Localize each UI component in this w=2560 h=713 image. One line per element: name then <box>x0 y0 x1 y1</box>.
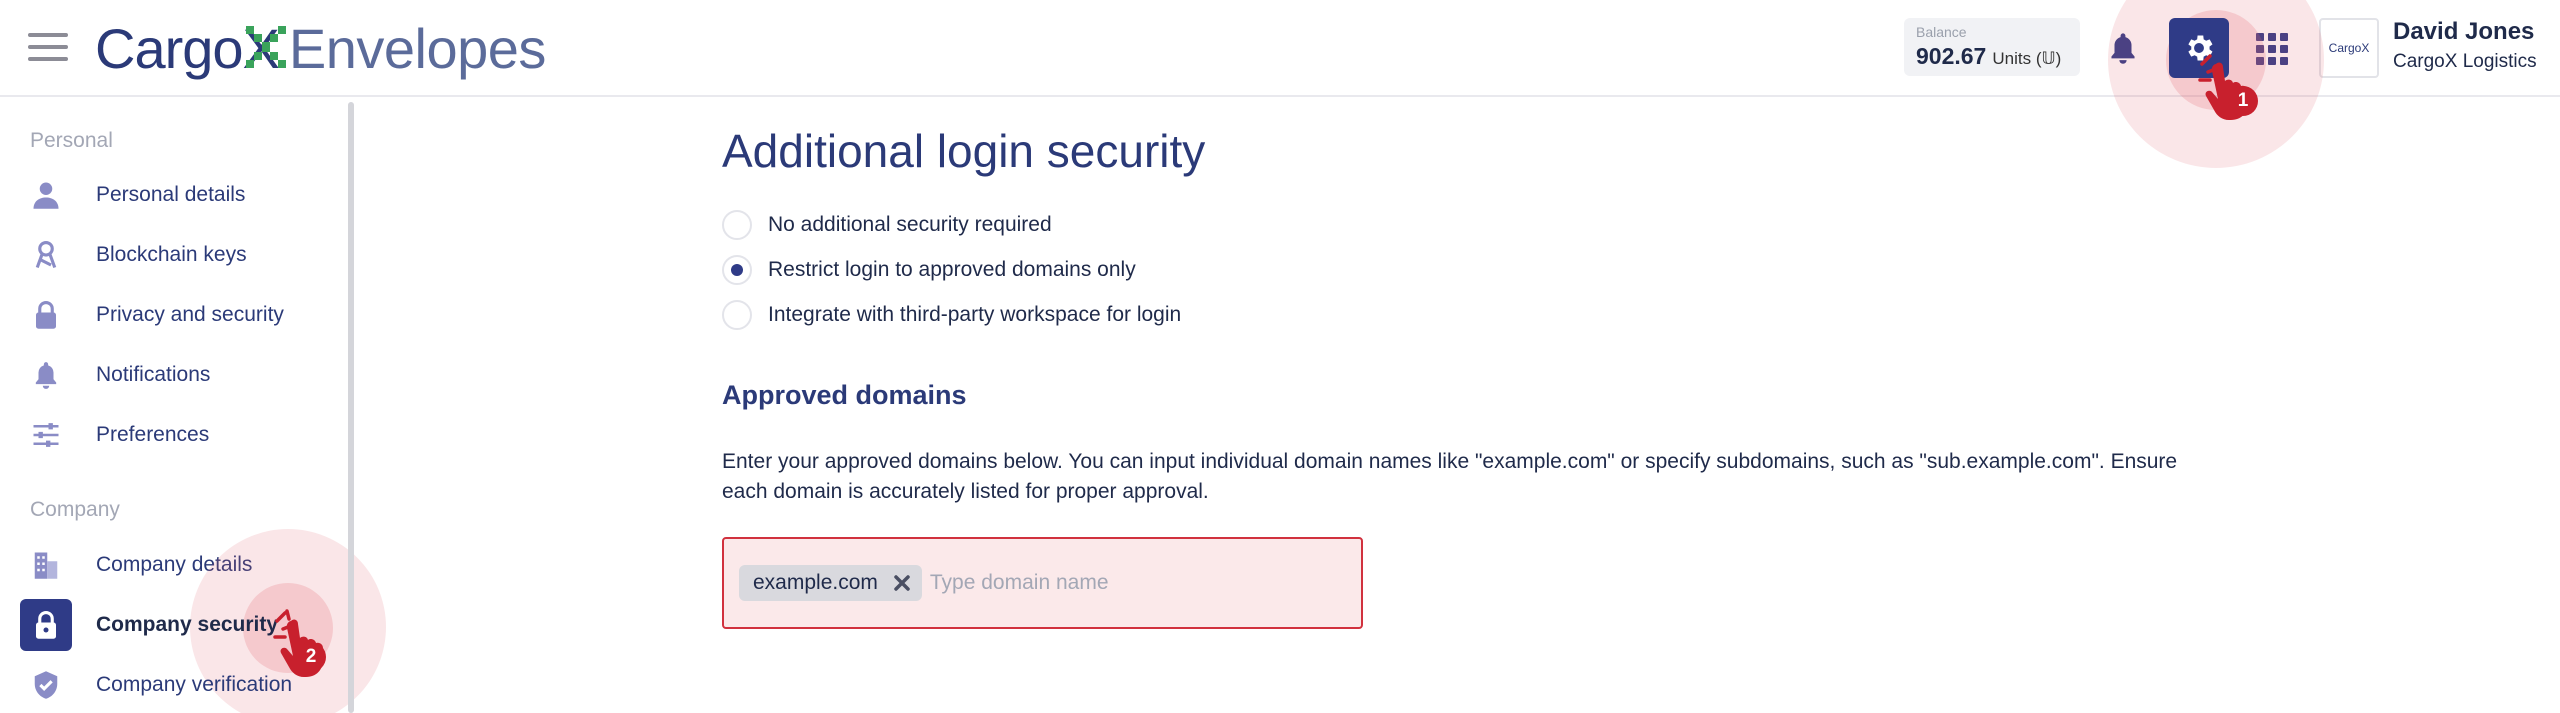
sidebar-item-preferences[interactable]: Preferences <box>20 409 320 461</box>
building-icon <box>20 539 72 591</box>
sidebar-item-label: Preferences <box>96 423 210 446</box>
sidebar-item-label: Personal details <box>96 183 246 206</box>
balance-amount: 902.67 <box>1916 43 1987 69</box>
approved-domains-title: Approved domains <box>722 380 967 410</box>
shield-check-icon <box>20 659 72 711</box>
lock-icon <box>20 289 72 341</box>
radio-label: No additional security required <box>768 213 1052 236</box>
sidebar-scrollbar[interactable] <box>348 102 354 713</box>
bell-icon <box>20 349 72 401</box>
company-avatar[interactable]: CargoX <box>2319 18 2379 78</box>
app-logo[interactable]: CargoX Envelopes <box>95 16 546 80</box>
sidebar-item-notifications[interactable]: Notifications <box>20 349 320 401</box>
sidebar-item-blockchain-keys[interactable]: Blockchain keys <box>20 229 320 281</box>
lock-icon <box>20 599 72 651</box>
option-third-party-workspace[interactable]: Integrate with third-party workspace for… <box>722 299 1181 331</box>
section-title-personal: Personal <box>30 129 113 152</box>
menu-icon[interactable] <box>28 33 68 63</box>
section-title-company: Company <box>30 498 120 521</box>
person-icon <box>20 169 72 221</box>
sidebar-item-personal-details[interactable]: Personal details <box>20 169 320 221</box>
radio-button[interactable] <box>722 300 752 330</box>
sidebar-item-label: Company security <box>96 613 279 636</box>
domain-chip-text: example.com <box>753 571 878 594</box>
user-name[interactable]: David Jones <box>2393 18 2534 46</box>
remove-chip-icon[interactable] <box>892 573 912 593</box>
domain-tag-input[interactable]: example.com <box>722 537 1363 629</box>
logo-x-mark <box>246 26 286 68</box>
balance-widget[interactable]: Balance 902.67 Units (𝕌) <box>1904 18 2080 76</box>
user-company: CargoX Logistics <box>2393 51 2537 72</box>
option-restrict-domains[interactable]: Restrict login to approved domains only <box>722 254 1136 286</box>
step-badge-1: 1 <box>2228 86 2258 116</box>
step-badge-2: 2 <box>296 642 326 672</box>
page-title: Additional login security <box>722 125 1206 177</box>
radio-button-selected[interactable] <box>722 255 752 285</box>
domain-chip: example.com <box>739 565 922 601</box>
product-name: Envelopes <box>288 16 547 80</box>
balance-unit: Units (𝕌) <box>1992 49 2062 68</box>
approved-domains-description: Enter your approved domains below. You c… <box>722 450 2178 503</box>
option-no-security[interactable]: No additional security required <box>722 209 1052 241</box>
radio-label: Integrate with third-party workspace for… <box>768 303 1182 326</box>
sliders-icon <box>20 409 72 461</box>
domain-name-input[interactable] <box>929 571 1310 595</box>
sidebar-item-label: Company verification <box>96 673 293 696</box>
sidebar-item-privacy-security[interactable]: Privacy and security <box>20 289 320 341</box>
avatar-text: CargoX <box>2328 41 2370 55</box>
radio-button[interactable] <box>722 210 752 240</box>
settings-sidebar: Personal Personal details Blockchain key… <box>0 99 386 713</box>
key-icon <box>20 229 72 281</box>
sidebar-item-label: Blockchain keys <box>96 243 247 266</box>
sidebar-item-label: Notifications <box>96 363 211 386</box>
sidebar-item-label: Privacy and security <box>96 303 284 326</box>
balance-label: Balance <box>1916 24 1967 40</box>
radio-label: Restrict login to approved domains only <box>768 258 1136 281</box>
